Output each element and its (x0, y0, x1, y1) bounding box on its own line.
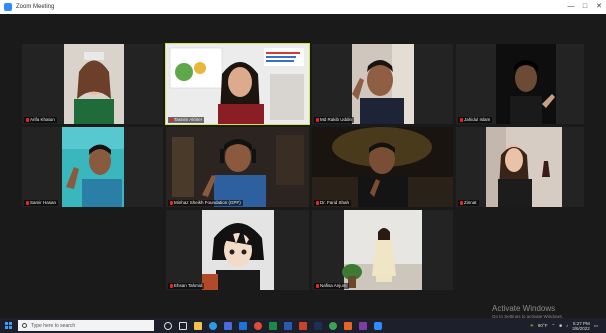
media-player-icon[interactable] (344, 321, 352, 330)
word-icon[interactable] (284, 321, 292, 330)
participant-video (312, 127, 453, 207)
system-tray: ☀ 80°F ⌃ ■ ♪ 5:27 PM 3/6/2022 ▭ (530, 321, 606, 331)
taskbar-pinned-apps (164, 321, 382, 330)
title-bar: Zoom Meeting — □ ✕ (0, 0, 606, 14)
chrome-icon[interactable] (254, 321, 262, 330)
clock-date: 3/6/2022 (572, 325, 590, 331)
window-controls: — □ ✕ (564, 0, 606, 14)
participant-tile[interactable]: Samir Hasan (22, 127, 163, 207)
participant-tile[interactable]: Dr. Farid Shah (312, 127, 453, 207)
mic-muted-icon (460, 200, 463, 205)
onenote-icon[interactable] (359, 321, 367, 330)
mic-muted-icon (316, 283, 319, 288)
powerpoint-icon[interactable] (299, 321, 307, 330)
mic-muted-icon (316, 200, 319, 205)
participant-video (62, 127, 124, 207)
taskbar-search-box[interactable]: Type here to search (18, 320, 154, 331)
participant-video (166, 127, 309, 207)
volume-icon[interactable]: ♪ (566, 323, 568, 328)
participant-tile[interactable]: Ehsan Tahmid (166, 210, 309, 290)
task-view-icon[interactable] (179, 321, 187, 330)
file-explorer-icon[interactable] (194, 321, 202, 330)
participant-name-label: Arifa Khatun (24, 117, 57, 123)
mic-muted-icon (26, 200, 29, 205)
cortana-icon[interactable] (164, 321, 172, 330)
taskbar-clock[interactable]: 5:27 PM 3/6/2022 (572, 321, 590, 331)
participant-name-label: Minhaz Sheikh Foundation (GPF) (168, 200, 243, 206)
participant-tile[interactable]: Minhaz Sheikh Foundation (GPF) (166, 127, 309, 207)
close-button[interactable]: ✕ (592, 0, 606, 14)
photoshop-icon[interactable] (314, 321, 322, 330)
mail-icon[interactable] (239, 321, 247, 330)
participant-video (64, 44, 124, 124)
tray-chevron-icon[interactable]: ⌃ (551, 323, 555, 329)
taskbar-search-placeholder: Type here to search (31, 322, 76, 329)
excel-icon[interactable] (269, 321, 277, 330)
participant-video (486, 127, 562, 207)
search-icon (22, 323, 27, 328)
activate-windows-watermark: Activate Windows Go to Settings to activ… (492, 304, 563, 319)
participant-tile[interactable]: Jahidul Islam (456, 44, 584, 124)
windows-start-icon (4, 322, 12, 329)
weather-icon[interactable]: ☀ (530, 323, 534, 329)
mic-muted-icon (316, 117, 319, 122)
window-title: Zoom Meeting (16, 4, 55, 10)
watermark-title: Activate Windows (492, 304, 556, 313)
participant-video (342, 210, 422, 290)
chrome-alt-icon[interactable] (329, 321, 337, 330)
participant-name-label: Md Rakib Uddin (314, 117, 355, 123)
minimize-button[interactable]: — (564, 0, 578, 14)
participant-tile[interactable]: Nafisa Anjum (312, 210, 453, 290)
store-icon[interactable] (224, 321, 232, 330)
weather-temp: 80°F (537, 323, 548, 328)
network-icon[interactable]: ■ (559, 323, 562, 328)
participant-tile[interactable]: Md Rakib Uddin (312, 44, 453, 124)
participant-name-label: Nafisa Anjum (314, 283, 349, 289)
zoom-window: Zoom Meeting — □ ✕ Arifa Khatun Tasnim A… (0, 0, 606, 333)
participant-name-label: Dr. Farid Shah (314, 200, 352, 206)
participant-video (202, 210, 274, 290)
participant-name-label: Zinnat (458, 200, 479, 206)
participant-tile[interactable]: Arifa Khatun (22, 44, 163, 124)
mic-muted-icon (170, 200, 173, 205)
mic-muted-icon (26, 117, 29, 122)
participant-video (352, 44, 414, 124)
participant-name-label: Jahidul Islam (458, 117, 493, 123)
edge-icon[interactable] (209, 321, 217, 330)
participant-name-label: Samir Hasan (24, 200, 59, 206)
gallery-view: Arifa Khatun Tasnim Akhter Md Rakib Uddi… (0, 14, 606, 319)
zoom-app-icon (4, 3, 12, 11)
maximize-button[interactable]: □ (578, 0, 592, 14)
zoom-taskbar-icon[interactable] (374, 321, 382, 330)
participant-name-label: Ehsan Tahmid (168, 283, 205, 289)
mic-muted-icon (460, 117, 463, 122)
mic-muted-icon (170, 117, 173, 122)
start-button[interactable] (0, 318, 16, 333)
participant-tile[interactable]: Zinnat (456, 127, 584, 207)
notifications-icon[interactable]: ▭ (594, 323, 598, 329)
mic-muted-icon (170, 283, 173, 288)
clock-time: 5:27 PM (572, 320, 590, 326)
participant-tile-active-speaker[interactable]: Tasnim Akhter (165, 43, 310, 125)
participant-name-label: Tasnim Akhter (168, 117, 205, 123)
participant-video (496, 44, 556, 124)
participant-video (166, 44, 309, 124)
windows-taskbar: Type here to search ☀ 80°F ⌃ ■ ♪ 5:27 PM… (0, 318, 606, 333)
